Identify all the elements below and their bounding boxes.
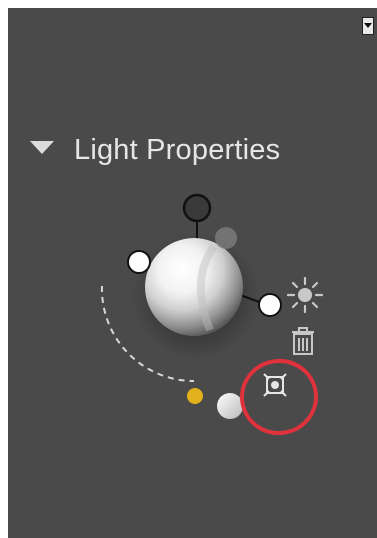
light-handle-ghost[interactable]: [215, 227, 237, 249]
target-center-icon[interactable]: [263, 373, 287, 397]
light-handle-bottom[interactable]: [217, 393, 243, 419]
light-handle-top[interactable]: [182, 193, 212, 223]
ambient-light-handle[interactable]: [187, 388, 203, 404]
light-preview-sphere-icon[interactable]: [145, 238, 243, 336]
light-editor-widget: [100, 193, 324, 436]
light-handle-left[interactable]: [127, 250, 151, 274]
trash-icon[interactable]: [292, 327, 314, 355]
light-handle-right[interactable]: [258, 293, 282, 317]
sun-icon[interactable]: [286, 276, 324, 314]
highlight-ring: [240, 358, 318, 436]
